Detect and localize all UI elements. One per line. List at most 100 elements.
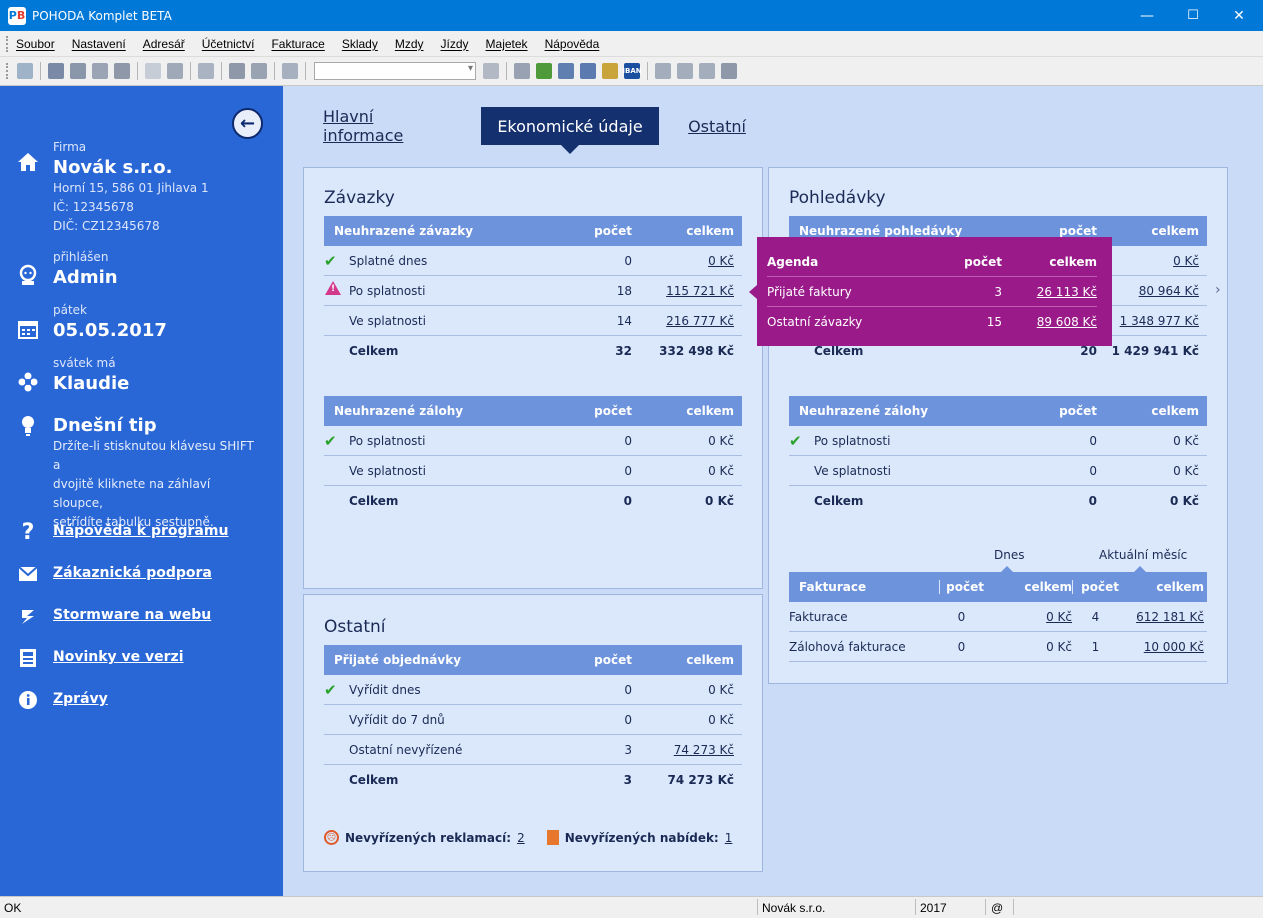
popup-row: Přijaté faktury 3 26 113 Kč [767, 277, 1097, 307]
row-today-total-link[interactable]: 0 Kč [984, 610, 1072, 624]
menu-sklady[interactable]: Sklady [342, 37, 378, 51]
row-total: 0 Kč [708, 712, 734, 727]
menu-fakturace[interactable]: Fakturace [271, 37, 324, 51]
row-count: 14 [616, 313, 632, 328]
menu-napoveda[interactable]: Nápověda [545, 37, 600, 51]
row-month-total-link[interactable]: 612 181 Kč [1119, 610, 1204, 624]
save-icon[interactable] [229, 63, 245, 79]
menu-ucetnictvi[interactable]: Účetnictví [202, 37, 255, 51]
list-icon[interactable] [677, 63, 693, 79]
row-count: 0 [624, 682, 632, 697]
new-document-icon[interactable] [145, 63, 161, 79]
table-row: Fakturace 0 0 Kč 4 612 181 Kč [789, 602, 1207, 632]
save-all-icon[interactable] [251, 63, 267, 79]
back-arrow-button[interactable]: ← [232, 108, 263, 139]
header-total: celkem [1151, 404, 1199, 418]
row-label: Celkem [814, 494, 864, 508]
receivables-advances-table: Neuhrazené zálohy počet celkem ✔ Po splat… [789, 396, 1207, 516]
note-icon[interactable] [699, 63, 715, 79]
minimize-button[interactable]: — [1124, 0, 1170, 31]
calculator-icon[interactable] [580, 63, 596, 79]
table-total-row: Celkem 3 74 273 Kč [324, 765, 742, 795]
row-month-total-link[interactable]: 10 000 Kč [1119, 640, 1204, 654]
row-count: 20 [1080, 344, 1097, 358]
user-icon [16, 263, 40, 287]
liabilities-breakdown-popup: Agenda počet celkem Přijaté faktury 3 26… [749, 237, 1112, 346]
folder-icon[interactable] [514, 63, 530, 79]
row-total-link[interactable]: 216 777 Kč [632, 314, 734, 328]
close-button[interactable]: ✕ [1216, 0, 1262, 31]
row-total-link[interactable]: 80 964 Kč [1097, 284, 1199, 298]
tip-line-1: Držíte-li stisknutou klávesu SHIFT a [53, 439, 254, 472]
link-messages[interactable]: Zprávy [53, 691, 108, 707]
link-stormware-web[interactable]: Stormware na webu [53, 607, 211, 623]
menu-majetek[interactable]: Majetek [486, 37, 528, 51]
check-icon[interactable] [167, 63, 183, 79]
help-pointer-icon[interactable] [721, 63, 737, 79]
message-icon[interactable] [655, 63, 671, 79]
table-header: Neuhrazené zálohy počet celkem [324, 396, 742, 426]
today-label: Dnes [994, 548, 1025, 562]
print-icon[interactable] [70, 63, 86, 79]
row-total-link[interactable]: 1 348 977 Kč [1097, 314, 1199, 328]
table-row: Ostatní nevyřízené 3 74 273 Kč [324, 735, 742, 765]
offer-document-icon [546, 830, 559, 845]
popup-row-total-link[interactable]: 89 608 Kč [1002, 315, 1097, 329]
table-header: Přijaté objednávky počet celkem [324, 645, 742, 675]
newspaper-icon [16, 646, 40, 670]
table-total-row: Celkem 0 0 Kč [789, 486, 1207, 516]
row-total-link[interactable]: 74 273 Kč [632, 743, 734, 757]
row-count: 3 [624, 742, 632, 757]
maximize-button[interactable]: ☐ [1170, 0, 1216, 31]
back-arrow-icon[interactable] [198, 63, 214, 79]
row-total-link[interactable]: 0 Kč [632, 254, 734, 268]
menu-bar: Soubor Nastavení Adresář Účetnictví Fakt… [0, 31, 1263, 57]
menu-soubor[interactable]: Soubor [16, 37, 55, 51]
row-total-link[interactable]: 115 721 Kč [632, 284, 734, 298]
header-total: celkem [686, 224, 734, 238]
menu-adresar[interactable]: Adresář [143, 37, 185, 51]
tab-other[interactable]: Ostatní [688, 107, 746, 145]
offers-link[interactable]: 1 [725, 831, 733, 845]
link-help[interactable]: Nápověda k programu [53, 523, 228, 539]
row-label: Po splatnosti [814, 433, 891, 448]
header-label: Přijaté objednávky [334, 653, 462, 667]
popup-row-total-link[interactable]: 26 113 Kč [1002, 285, 1097, 299]
complaints-link[interactable]: 2 [517, 831, 525, 845]
table-total-row: Celkem 32 332 498 Kč [324, 336, 742, 366]
row-count: 0 [1089, 433, 1097, 448]
table-header: Neuhrazené závazky počet celkem [324, 216, 742, 246]
status-text: OK [4, 901, 22, 915]
header-total: celkem [686, 404, 734, 418]
reports-icon[interactable] [114, 63, 130, 79]
menu-nastaveni[interactable]: Nastavení [72, 37, 126, 51]
chevron-right-icon[interactable]: › [1215, 282, 1221, 298]
filter-icon[interactable] [483, 63, 499, 79]
copy-record-icon[interactable] [48, 63, 64, 79]
link-support[interactable]: Zákaznická podpora [53, 565, 212, 581]
menu-jizdy[interactable]: Jízdy [441, 37, 469, 51]
row-today-total: 0 Kč [1046, 639, 1072, 654]
tab-economic[interactable]: Ekonomické údaje [481, 107, 659, 154]
table-total-row: Celkem 0 0 Kč [324, 486, 742, 516]
firm-address: Horní 15, 586 01 Jihlava 1 [53, 181, 209, 195]
row-count: 18 [616, 283, 632, 298]
status-divider [757, 899, 758, 915]
row-total-link[interactable]: 0 Kč [1097, 254, 1199, 268]
paste-icon[interactable] [282, 63, 298, 79]
row-total: 0 Kč [1173, 433, 1199, 448]
nameday-label: svátek má [53, 356, 116, 370]
calendar-icon[interactable] [558, 63, 574, 79]
iban-icon[interactable]: IBAN [622, 63, 642, 79]
filter-combo[interactable] [314, 62, 476, 80]
toolbar-separator [137, 62, 138, 80]
print-preview-icon[interactable] [92, 63, 108, 79]
menu-mzdy[interactable]: Mzdy [395, 37, 424, 51]
money-icon[interactable] [536, 63, 552, 79]
coins-icon[interactable] [602, 63, 618, 79]
tab-main-info[interactable]: Hlavní informace [323, 107, 451, 145]
header-label: Neuhrazené pohledávky [799, 224, 963, 238]
link-news[interactable]: Novinky ve verzi [53, 649, 184, 665]
popup-row: Ostatní závazky 15 89 608 Kč [767, 307, 1097, 337]
agenda-icon[interactable] [17, 63, 33, 79]
